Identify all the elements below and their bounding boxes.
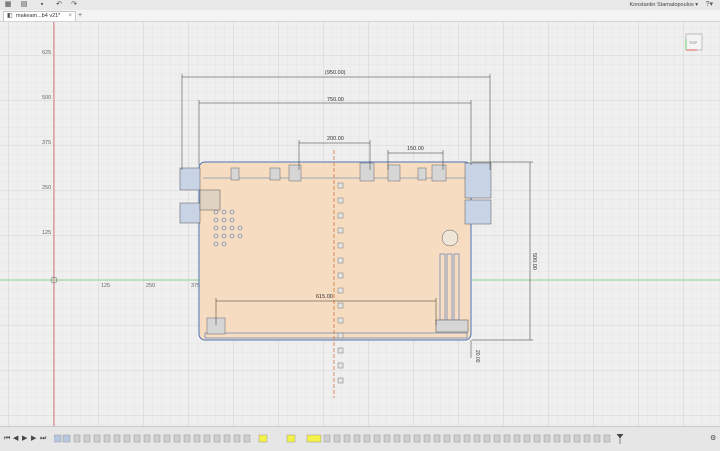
user-menu[interactable]: Konstantin Stamatopoulos ▾: [630, 0, 699, 10]
viewcube[interactable]: TOP: [683, 31, 705, 53]
grid-label-y-500: 500: [42, 95, 51, 101]
grid-label-x-250: 250: [146, 283, 155, 289]
timeline-next-button[interactable]: ▶: [31, 435, 36, 443]
help-button[interactable]: ?▾: [706, 0, 713, 10]
timeline-bar: ⏮ ◀ ▶ ▶ ⏭ ⚙: [0, 426, 720, 451]
tab-bar: [0, 10, 720, 22]
file-icon[interactable]: ▤: [20, 1, 28, 9]
timeline-end-button[interactable]: ⏭: [40, 435, 46, 443]
save-icon[interactable]: ▪: [38, 1, 46, 9]
redo-icon[interactable]: ↷: [70, 1, 78, 9]
undo-icon[interactable]: ↶: [55, 1, 63, 9]
dimension-height[interactable]: 500.00: [531, 253, 537, 270]
close-tab-button[interactable]: ×: [68, 12, 72, 21]
dimension-bottom-width[interactable]: 615.00: [316, 294, 333, 300]
grid-label-y-375: 375: [42, 140, 51, 146]
sketch-svg[interactable]: 625 500 375 250 125 125 250 375 500 625: [0, 22, 720, 426]
grid-label-y-625: 625: [42, 50, 51, 56]
dimension-slot-150[interactable]: 150.00: [407, 146, 424, 152]
document-tab[interactable]: ◧ makeam...b4 v21* ×: [3, 11, 76, 21]
grid-icon[interactable]: ▦: [4, 1, 12, 9]
dimension-overall-width[interactable]: (950.00): [325, 70, 346, 76]
viewcube-icon[interactable]: TOP: [683, 31, 705, 53]
timeline-prev-button[interactable]: ◀: [13, 435, 18, 443]
grid-label-x-125: 125: [101, 283, 110, 289]
grid-label-y-250: 250: [42, 185, 51, 191]
timeline-settings-gear-icon[interactable]: ⚙: [710, 435, 716, 443]
timeline-features[interactable]: [54, 434, 624, 444]
dimension-small[interactable]: 20.00: [474, 350, 480, 363]
grid-label-y-125: 125: [42, 230, 51, 236]
timeline-start-button[interactable]: ⏮: [4, 435, 10, 443]
timeline-play-button[interactable]: ▶: [22, 435, 27, 443]
new-tab-button[interactable]: +: [78, 11, 82, 20]
dimension-slot-200[interactable]: 200.00: [327, 136, 344, 142]
document-tab-label: makeam...b4 v21*: [16, 13, 61, 19]
design-canvas[interactable]: 625 500 375 250 125 125 250 375 500 625: [0, 22, 720, 426]
dimension-inner-width[interactable]: 750.00: [327, 97, 344, 103]
viewcube-label: TOP: [689, 40, 697, 45]
document-icon: ◧: [7, 13, 13, 19]
base-plate[interactable]: [198, 161, 472, 341]
